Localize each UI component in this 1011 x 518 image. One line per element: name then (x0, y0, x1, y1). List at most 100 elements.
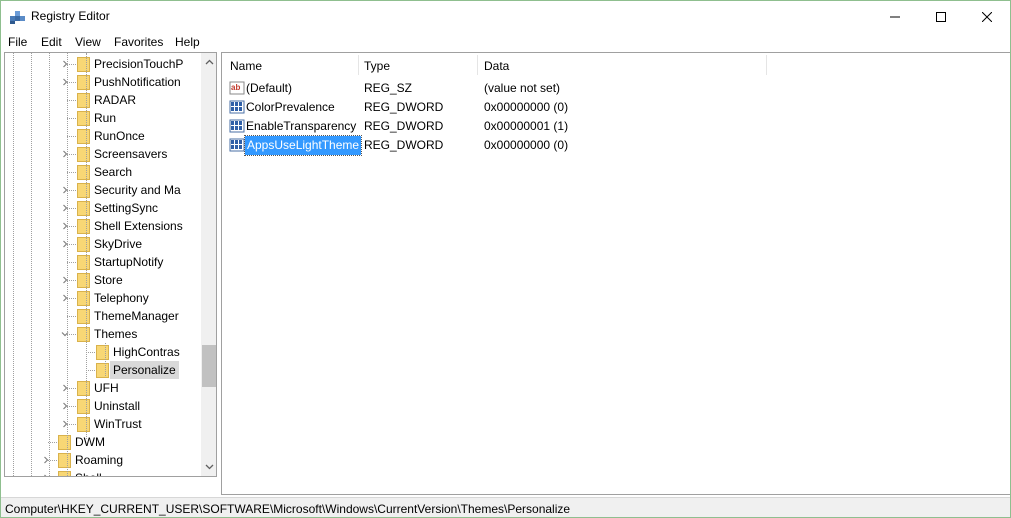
value-row-colorprevalence[interactable]: ColorPrevalence REG_DWORD 0x00000000 (0) (222, 98, 1002, 117)
value-data: (value not set) (484, 81, 561, 95)
tree-item-themes[interactable]: Themes (5, 325, 201, 343)
folder-icon (77, 417, 90, 432)
tree-connector (67, 118, 76, 119)
minimize-button[interactable] (872, 1, 918, 32)
folder-icon (77, 93, 90, 108)
folder-icon (77, 309, 90, 324)
dword-value-icon (229, 138, 245, 152)
menu-edit[interactable]: Edit (41, 35, 62, 49)
registry-editor-window: Registry Editor File Edit View Favorites… (0, 0, 1011, 518)
folder-icon (77, 183, 90, 198)
tree-item-screensavers[interactable]: Screensavers (5, 145, 201, 163)
column-type-label: Type (364, 59, 391, 73)
column-header-data[interactable]: Data (476, 53, 766, 77)
tree-item-security-and-ma[interactable]: Security and Ma (5, 181, 201, 199)
registry-tree-pane[interactable]: PrecisionTouchP PushNotification RADAR Run R… (4, 52, 217, 477)
menu-view[interactable]: View (75, 35, 101, 49)
tree-connector (86, 370, 95, 371)
value-row-enabletransparency[interactable]: EnableTransparency REG_DWORD 0x00000001 (1… (222, 117, 1002, 136)
value-name: ColorPrevalence (246, 100, 335, 114)
tree-item-label: HighContras (113, 345, 180, 359)
tree-item-run[interactable]: Run (5, 109, 201, 127)
maximize-button[interactable] (918, 1, 964, 32)
folder-icon (77, 291, 90, 306)
value-row-appsuselighttheme[interactable]: AppsUseLightTheme REG_DWORD 0x00000000 (0) (222, 135, 1002, 156)
value-data: 0x00000000 (0) (484, 100, 569, 114)
tree-item-runonce[interactable]: RunOnce (5, 127, 201, 145)
value-name: (Default) (246, 81, 293, 95)
tree-item-search[interactable]: Search (5, 163, 201, 181)
column-data-label: Data (484, 59, 510, 73)
scroll-down-arrow-icon[interactable] (205, 462, 214, 471)
tree-item-label: Search (94, 165, 133, 179)
registry-values-pane[interactable]: Name Type Data ab (Default) REG_SZ (value n… (221, 52, 1010, 495)
value-name: AppsUseLightTheme (243, 135, 363, 156)
menu-help[interactable]: Help (175, 35, 200, 49)
tree-guide-line (86, 53, 87, 439)
maximize-icon (936, 11, 946, 22)
close-button[interactable] (964, 1, 1010, 32)
tree-item-settingsync[interactable]: SettingSync (5, 199, 201, 217)
tree-item-skydrive[interactable]: SkyDrive (5, 235, 201, 253)
tree-item-dwm[interactable]: DWM (5, 433, 201, 451)
menu-file[interactable]: File (8, 35, 27, 49)
tree-connector (67, 136, 76, 137)
tree-item-roaming[interactable]: Roaming (5, 451, 201, 469)
tree-item-thememanager[interactable]: ThemeManager (5, 307, 201, 325)
folder-icon (77, 147, 90, 162)
folder-icon (77, 57, 90, 72)
column-header-type[interactable]: Type (356, 53, 476, 77)
tree-item-label: Security and Ma (94, 183, 181, 197)
tree-item-precisiontouchp[interactable]: PrecisionTouchP (5, 55, 201, 73)
tree-item-personalize[interactable]: Personalize (5, 361, 201, 379)
tree-item-label: Themes (94, 327, 138, 341)
tree-item-label: SettingSync (94, 201, 159, 215)
tree-item-wintrust[interactable]: WinTrust (5, 415, 201, 433)
minimize-icon (890, 16, 900, 17)
tree-item-label: Run (94, 111, 117, 125)
tree-guide-line (13, 53, 14, 476)
folder-icon (77, 165, 90, 180)
tree-connector (67, 172, 76, 173)
tree-item-pushnotification[interactable]: PushNotification (5, 73, 201, 91)
tree-item-ufh[interactable]: UFH (5, 379, 201, 397)
dword-value-icon (229, 119, 245, 133)
tree-item-label: RADAR (94, 93, 137, 107)
tree-item-store[interactable]: Store (5, 271, 201, 289)
tree-item-uninstall[interactable]: Uninstall (5, 397, 201, 415)
scroll-up-arrow-icon[interactable] (205, 58, 214, 67)
value-data: 0x00000001 (1) (484, 119, 569, 133)
tree-item-label: Screensavers (94, 147, 168, 161)
tree-item-shell[interactable]: Shell (5, 469, 201, 476)
column-header-name[interactable]: Name (222, 53, 358, 77)
folder-icon (77, 219, 90, 234)
column-separator[interactable] (766, 55, 767, 75)
tree-connector (86, 352, 95, 353)
value-row-default[interactable]: ab (Default) REG_SZ (value not set) (222, 79, 1002, 98)
folder-icon (77, 75, 90, 90)
tree-item-label: Roaming (75, 453, 124, 467)
title-bar[interactable]: Registry Editor (1, 1, 1010, 32)
tree-item-radar[interactable]: RADAR (5, 91, 201, 109)
tree-guide-line (31, 53, 32, 476)
value-type: REG_DWORD (364, 138, 444, 152)
tree-item-shell-extensions[interactable]: Shell Extensions (5, 217, 201, 235)
status-path: Computer\HKEY_CURRENT_USER\SOFTWARE\Micr… (5, 502, 571, 516)
svg-text:ab: ab (231, 83, 240, 92)
folder-icon (58, 435, 71, 450)
tree-item-label: SkyDrive (94, 237, 143, 251)
menu-favorites[interactable]: Favorites (114, 35, 163, 49)
value-data: 0x00000000 (0) (484, 138, 569, 152)
tree-item-label: WinTrust (94, 417, 142, 431)
value-name: EnableTransparency (246, 119, 357, 133)
tree-item-label: Shell (75, 471, 102, 476)
folder-icon (77, 255, 90, 270)
tree-item-label: PushNotification (94, 75, 181, 89)
tree-connector (67, 100, 76, 101)
tree-scroll-thumb[interactable] (202, 345, 216, 387)
tree-vertical-scrollbar[interactable] (201, 53, 216, 476)
tree-item-highcontras[interactable]: HighContras (5, 343, 201, 361)
tree-item-startupnotify[interactable]: StartupNotify (5, 253, 201, 271)
tree-item-telephony[interactable]: Telephony (5, 289, 201, 307)
tree-item-label: PrecisionTouchP (94, 57, 184, 71)
